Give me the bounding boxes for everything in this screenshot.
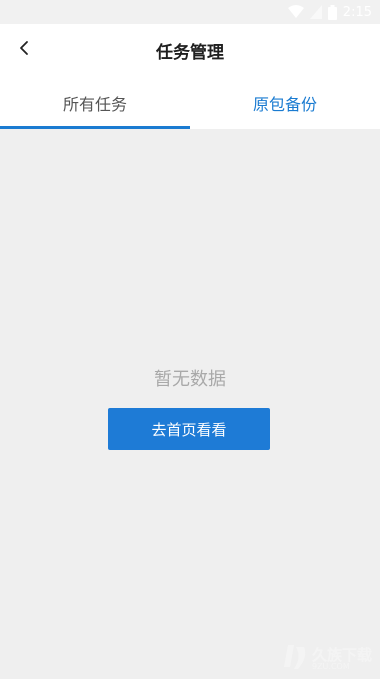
page-title: 任务管理 (156, 42, 224, 63)
chevron-left-icon (18, 40, 30, 60)
signal-icon (309, 5, 322, 19)
tab-label: 原包备份 (252, 94, 317, 114)
tab-label: 所有任务 (62, 94, 127, 114)
tab-original-backup[interactable]: 原包备份 (190, 76, 380, 129)
status-bar: 2:15 (0, 0, 380, 24)
logo-icon (282, 643, 308, 675)
back-button[interactable] (10, 36, 38, 64)
status-time: 2:15 (342, 4, 372, 20)
watermark-logo: 久族下载 9ZU.COM (282, 643, 372, 675)
empty-state-message: 暂无数据 (154, 369, 226, 390)
battery-icon (327, 4, 337, 20)
wifi-icon (287, 5, 304, 19)
content-area: 暂无数据 去首页看看 (0, 129, 380, 679)
watermark-text: 久族下载 (311, 645, 372, 664)
tab-all-tasks[interactable]: 所有任务 (0, 76, 190, 129)
app-bar: 任务管理 (0, 24, 380, 76)
watermark-subtext: 9ZU.COM (311, 661, 350, 671)
tab-bar: 所有任务 原包备份 (0, 76, 380, 129)
go-home-button[interactable]: 去首页看看 (108, 408, 270, 450)
